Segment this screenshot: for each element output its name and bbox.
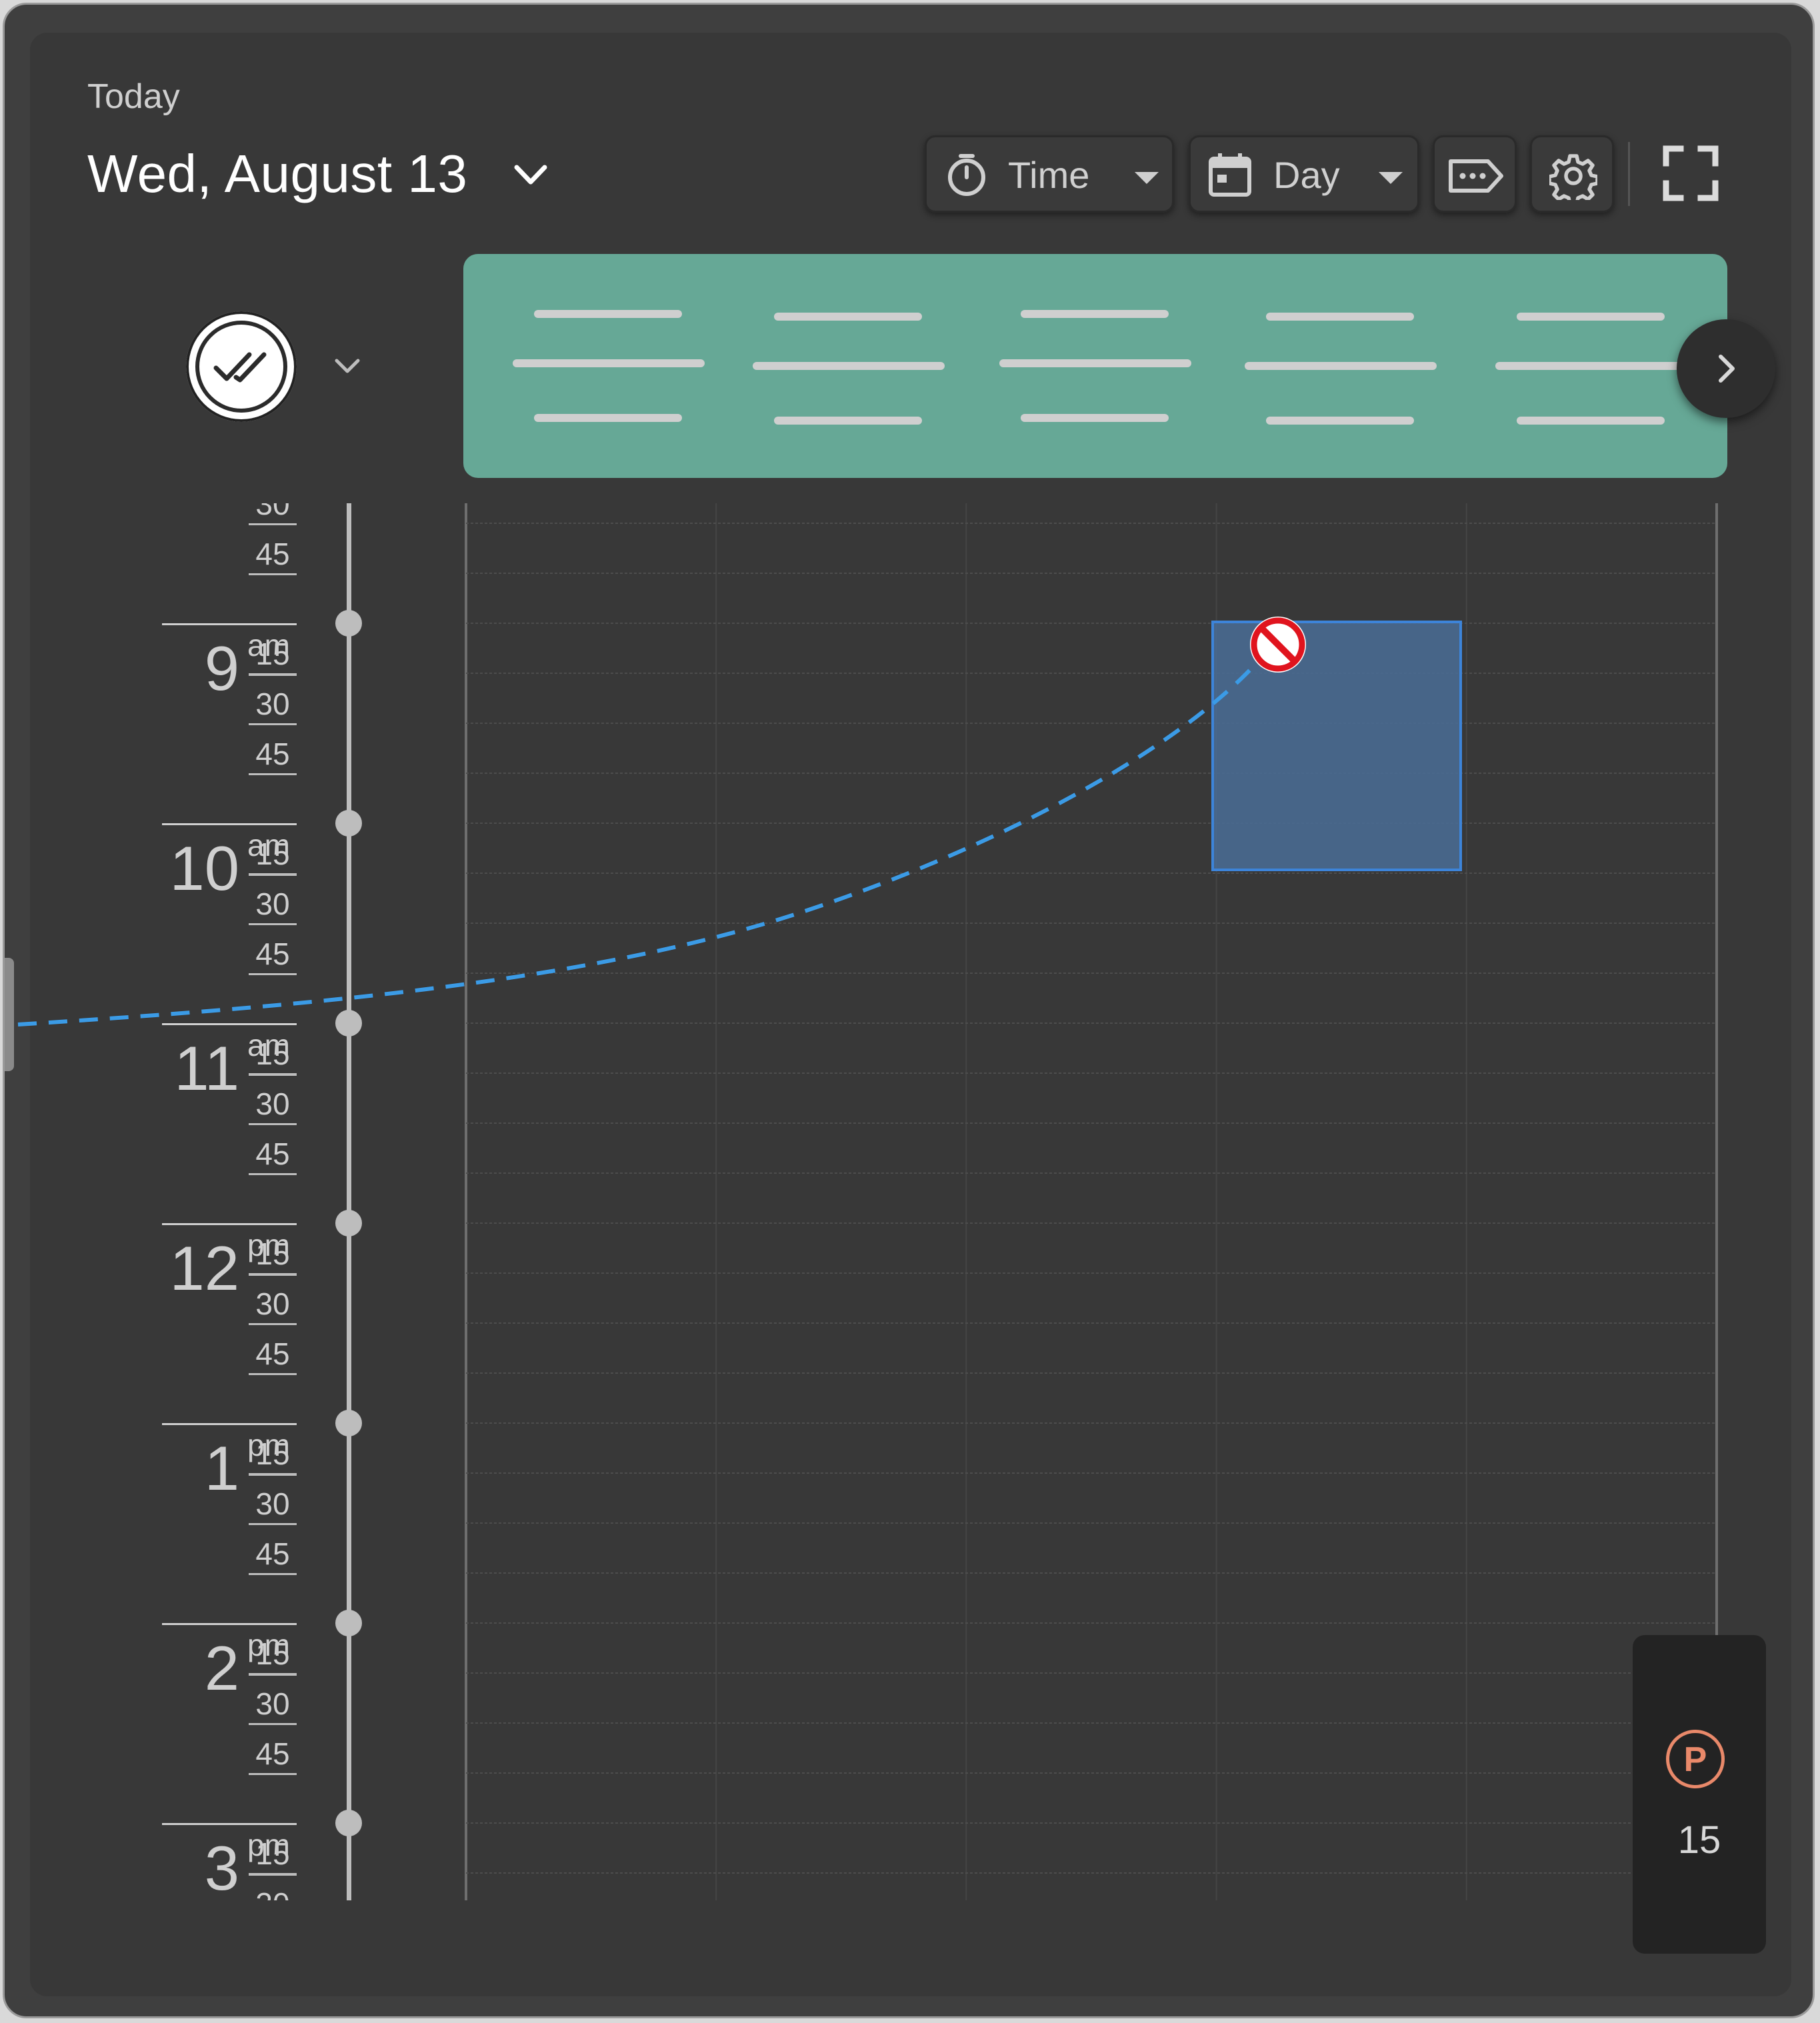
drag-path [17,667,1253,1026]
parking-card[interactable]: P 15 [1633,1635,1766,1954]
parking-icon: P [1666,1730,1725,1788]
drag-overlay [17,617,1462,1026]
parking-count: 15 [1677,1818,1721,1862]
drag-selection-box[interactable] [1211,621,1462,871]
no-drop-icon [1250,617,1306,673]
app-window: Today Wed, August 13 Time Day 30 45 9 am… [3,3,1815,2018]
